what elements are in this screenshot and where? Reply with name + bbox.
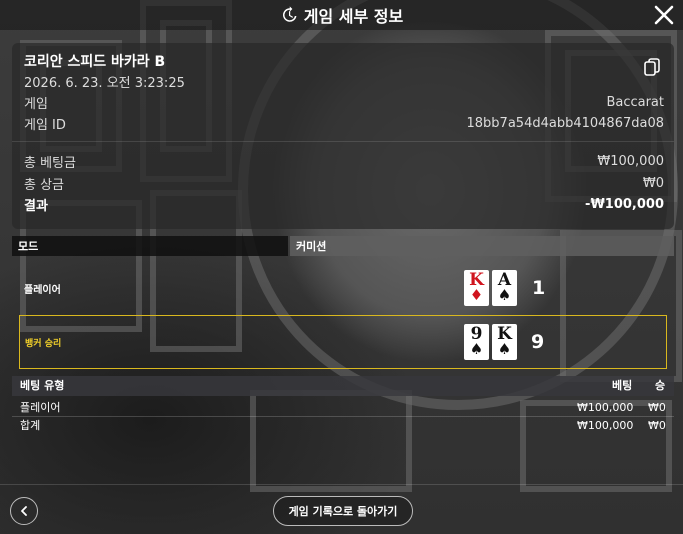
player-cards: K ♦ A ♠ [464, 270, 517, 306]
banker-score: 9 [531, 331, 545, 353]
player-score: 1 [532, 277, 546, 299]
back-button[interactable] [10, 497, 38, 525]
game-label: 게임 [24, 96, 48, 112]
playing-card: A ♠ [492, 270, 517, 306]
game-value: Baccarat [606, 94, 664, 110]
commission-header: 커미션 [290, 236, 674, 256]
bet-table-header: 베팅 유형 베팅 승 [12, 376, 674, 396]
header: 게임 세부 정보 [0, 0, 683, 30]
result-label: 결과 [24, 198, 48, 214]
result-value: -₩100,000 [585, 196, 664, 212]
total-win-cell: ₩0 [648, 419, 666, 432]
footer-divider [0, 484, 683, 485]
card-suit: ♠ [497, 340, 512, 358]
card-suit: ♠ [497, 286, 512, 304]
mode-label: 모드 [18, 240, 39, 253]
game-datetime: 2026. 6. 23. 오전 3:23:25 [24, 75, 185, 91]
win-header: 승 [655, 379, 666, 392]
player-hand: 플레이어 K ♦ A ♠ 1 [14, 262, 668, 314]
chevron-left-icon [21, 506, 27, 516]
game-name: 코리안 스피드 바카라 B [24, 54, 166, 70]
bet-type-header: 베팅 유형 [20, 379, 65, 392]
game-id-label: 게임 ID [24, 117, 66, 133]
table-row: 플레이어 ₩100,000 ₩0 [12, 400, 674, 417]
table-total-row: 합계 ₩100,000 ₩0 [12, 418, 674, 434]
playing-card: K ♠ [492, 324, 517, 360]
total-win-label: 총 상금 [24, 177, 65, 193]
banker-hand: 뱅커 승리 9 ♠ K ♠ 9 [19, 315, 667, 369]
game-info-panel: 코리안 스피드 바카라 B 2026. 6. 23. 오전 3:23:25 게임… [12, 43, 674, 229]
commission-label: 커미션 [296, 240, 327, 253]
close-icon[interactable] [653, 4, 675, 26]
card-suit: ♦ [469, 286, 484, 304]
game-id-value: 18bb7a54d4abb4104867da08 [466, 115, 664, 131]
bet-header: 베팅 [612, 379, 633, 392]
playing-card: K ♦ [464, 270, 489, 306]
total-bet-value: ₩100,000 [597, 153, 664, 169]
bet-amount-cell: ₩100,000 [577, 401, 634, 414]
bet-type-cell: 플레이어 [20, 401, 61, 414]
mode-header: 모드 [12, 236, 288, 256]
banker-label: 뱅커 승리 [25, 338, 62, 349]
history-icon [282, 6, 297, 22]
banker-cards: 9 ♠ K ♠ [464, 324, 517, 360]
back-to-history-button[interactable]: 게임 기록으로 돌아가기 [273, 496, 413, 526]
win-amount-cell: ₩0 [648, 401, 666, 414]
playing-card: 9 ♠ [464, 324, 489, 360]
total-type-cell: 합계 [20, 419, 41, 432]
total-bet-cell: ₩100,000 [577, 419, 634, 432]
total-win-value: ₩0 [642, 175, 664, 191]
divider [12, 141, 674, 142]
player-label: 플레이어 [24, 284, 61, 296]
total-bet-label: 총 베팅금 [24, 155, 76, 171]
card-suit: ♠ [469, 340, 484, 358]
page-title: 게임 세부 정보 [303, 7, 404, 26]
